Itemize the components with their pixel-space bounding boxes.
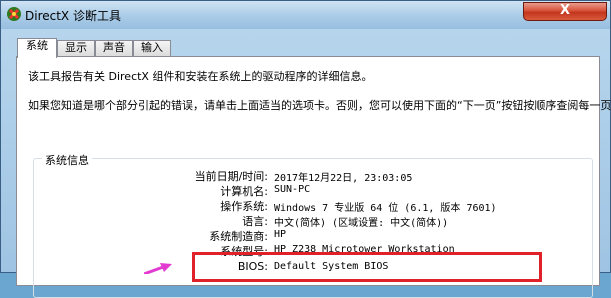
system-tab-panel: 该工具报告有关 DirectX 组件和安装在系统上的驱动程序的详细信息。 如果您… xyxy=(16,56,611,298)
system-info-group-title: 系统信息 xyxy=(42,152,92,168)
info-value: 中文(简体) (区域设置: 中文(简体)) xyxy=(274,218,449,229)
info-row-computer-name: 计算机名: SUN-PC xyxy=(34,183,594,198)
bios-highlight-box xyxy=(192,252,542,282)
info-label: 语言: xyxy=(242,215,268,228)
intro-text-line-2: 如果您知道是哪个部分引起的错误，请单击上面适当的选项卡。否则，您可以使用下面的“… xyxy=(28,99,611,112)
info-label: 当前日期/时间: xyxy=(194,170,268,183)
tab-display[interactable]: 显示 xyxy=(57,40,95,56)
tab-sound-label: 声音 xyxy=(103,41,125,54)
directx-diagnostic-window: DirectX 诊断工具 X 系统 显示 声音 输入 该工具报告有关 Direc… xyxy=(0,0,611,298)
info-value: HP xyxy=(274,229,287,240)
tab-sound[interactable]: 声音 xyxy=(95,40,133,56)
tab-system[interactable]: 系统 xyxy=(17,38,57,58)
directx-app-icon xyxy=(7,7,21,21)
info-row-os: 操作系统: Windows 7 专业版 64 位 (6.1, 版本 7601) xyxy=(34,198,594,214)
info-row-language: 语言: 中文(简体) (区域设置: 中文(简体)) xyxy=(34,213,594,229)
info-label: 计算机名: xyxy=(220,185,268,198)
tab-input[interactable]: 输入 xyxy=(133,40,171,56)
info-label: 操作系统: xyxy=(220,200,268,213)
intro-text-line-1: 该工具报告有关 DirectX 组件和安装在系统上的驱动程序的详细信息。 xyxy=(28,70,373,83)
tab-input-label: 输入 xyxy=(141,41,163,54)
info-row-datetime: 当前日期/时间: 2017年12月22日, 23:03:05 xyxy=(34,168,594,184)
tab-display-label: 显示 xyxy=(65,41,87,54)
close-button[interactable]: X xyxy=(523,2,607,21)
info-row-manufacturer: 系统制造商: HP xyxy=(34,228,594,243)
info-label: 系统制造商: xyxy=(209,230,268,243)
window-title: DirectX 诊断工具 xyxy=(25,9,121,23)
info-value: 2017年12月22日, 23:03:05 xyxy=(274,173,413,184)
title-bar[interactable]: DirectX 诊断工具 X xyxy=(1,1,610,29)
info-value: SUN-PC xyxy=(274,184,311,195)
info-value: Windows 7 专业版 64 位 (6.1, 版本 7601) xyxy=(274,203,497,214)
tab-system-label: 系统 xyxy=(26,39,48,52)
close-icon: X xyxy=(559,3,571,18)
pointer-arrow-icon xyxy=(144,263,172,274)
